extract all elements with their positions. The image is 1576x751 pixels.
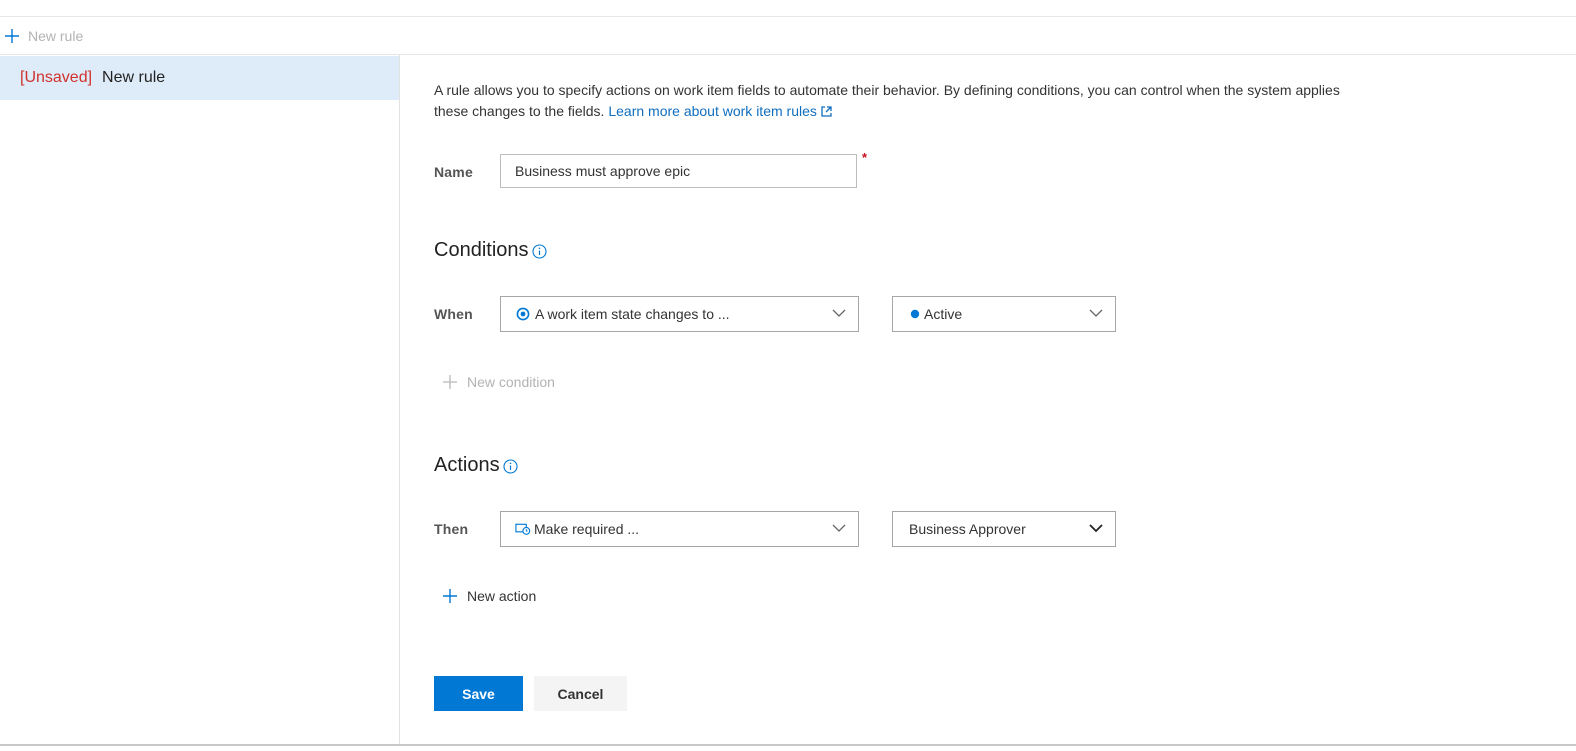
plus-icon	[443, 589, 457, 603]
new-condition-label: New condition	[467, 374, 555, 390]
condition-type-value: A work item state changes to ...	[535, 306, 730, 322]
rule-name: New rule	[102, 69, 166, 86]
new-condition-button[interactable]: New condition	[442, 374, 555, 390]
conditions-heading: Conditions	[434, 239, 547, 262]
make-required-icon	[515, 521, 531, 537]
required-asterisk: *	[862, 150, 868, 165]
learn-more-link[interactable]: Learn more about work item rules	[608, 103, 832, 119]
name-label: Name	[434, 164, 473, 180]
chevron-down-icon	[1089, 524, 1103, 533]
rule-description: A rule allows you to specify actions on …	[434, 80, 1364, 122]
action-type-value: Make required ...	[534, 521, 640, 537]
new-rule-button[interactable]: New rule	[4, 26, 83, 46]
info-icon[interactable]	[531, 244, 547, 259]
chevron-down-icon	[832, 524, 846, 532]
unsaved-badge: [Unsaved]	[20, 69, 93, 86]
new-rule-label: New rule	[28, 28, 84, 44]
when-label: When	[434, 306, 473, 322]
rule-editor: A rule allows you to specify actions on …	[434, 0, 1564, 744]
rule-list-item[interactable]: [Unsaved] New rule	[0, 56, 399, 100]
rule-name-input[interactable]	[501, 155, 856, 187]
new-action-label: New action	[467, 588, 537, 604]
bottom-divider	[0, 744, 1576, 746]
action-type-dropdown[interactable]: Make required ...	[500, 511, 859, 547]
save-button[interactable]: Save	[434, 676, 523, 711]
rules-list-pane: [Unsaved] New rule	[0, 55, 400, 744]
info-icon[interactable]	[503, 459, 518, 474]
action-field-dropdown[interactable]: Business Approver	[892, 511, 1116, 547]
conditions-title: Conditions	[434, 239, 529, 261]
new-action-button[interactable]: New action	[442, 588, 536, 604]
plus-icon	[443, 375, 457, 389]
state-change-icon	[515, 306, 531, 322]
action-field-value: Business Approver	[909, 521, 1026, 537]
chevron-down-icon	[832, 309, 846, 317]
description-text: A rule allows you to specify actions on …	[434, 82, 1340, 119]
state-dot-icon	[907, 306, 923, 322]
state-value-dropdown[interactable]: Active	[892, 296, 1116, 332]
chevron-down-icon	[1089, 309, 1103, 317]
plus-icon	[5, 29, 19, 43]
cancel-button[interactable]: Cancel	[534, 676, 627, 711]
condition-type-dropdown[interactable]: A work item state changes to ...	[500, 296, 859, 332]
rule-name-field[interactable]	[500, 154, 857, 188]
actions-title: Actions	[434, 454, 500, 476]
state-value: Active	[924, 306, 963, 322]
external-link-icon	[821, 106, 832, 117]
actions-heading: Actions	[434, 454, 518, 477]
then-label: Then	[434, 521, 469, 537]
